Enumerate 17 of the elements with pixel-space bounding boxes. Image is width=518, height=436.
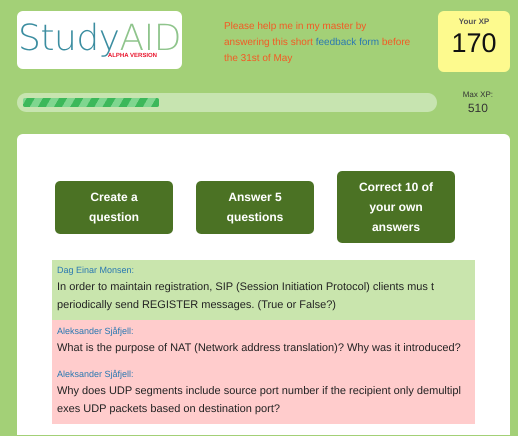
question-author: Dag Einar Monsen: [57, 264, 136, 277]
question-text: What is the purpose of NAT (Network address translation)? Why was it introduced? [57, 341, 462, 356]
task-button[interactable]: Correct 10 of your own answers [337, 171, 455, 243]
question-author: Aleksander Sjåfjell: [57, 368, 135, 381]
question-card[interactable]: Aleksander Sjåfjell: Why does UDP segments include source port number if the recipient only demultipl exes UDP packets based on destination port? [52, 363, 475, 424]
task-button[interactable]: Create a question [55, 180, 173, 234]
xp-value: 170 [450, 28, 498, 59]
question-author: Aleksander Sjåfjell: [57, 325, 135, 338]
question-text: Why does UDP segments include source port number if the recipient only demultipl exes UDP packets based on destination port? [57, 384, 462, 417]
feedback-notice: Please help me in my master by answering this short feedback form before the 31st of May [224, 20, 412, 66]
max-xp-value: 510 [466, 101, 489, 115]
max-xp-label: Max XP: [462, 90, 493, 99]
xp-label: Your XP [458, 17, 490, 26]
question-card[interactable]: Aleksander Sjåfjell: What is the purpose of NAT (Network address translation)? Why was it introduced? [52, 320, 475, 363]
question-card[interactable]: Dag Einar Monsen: In order to maintain registration, SIP (Session Initiation Protocol) clients mus t periodically send REGISTER messages. (True or False?) [52, 260, 475, 320]
question-text: In order to maintain registration, SIP (Session Initiation Protocol) clients mus t periodically send REGISTER messages. (True or False?) [57, 280, 436, 313]
task-button[interactable]: Answer 5 questions [196, 180, 314, 234]
